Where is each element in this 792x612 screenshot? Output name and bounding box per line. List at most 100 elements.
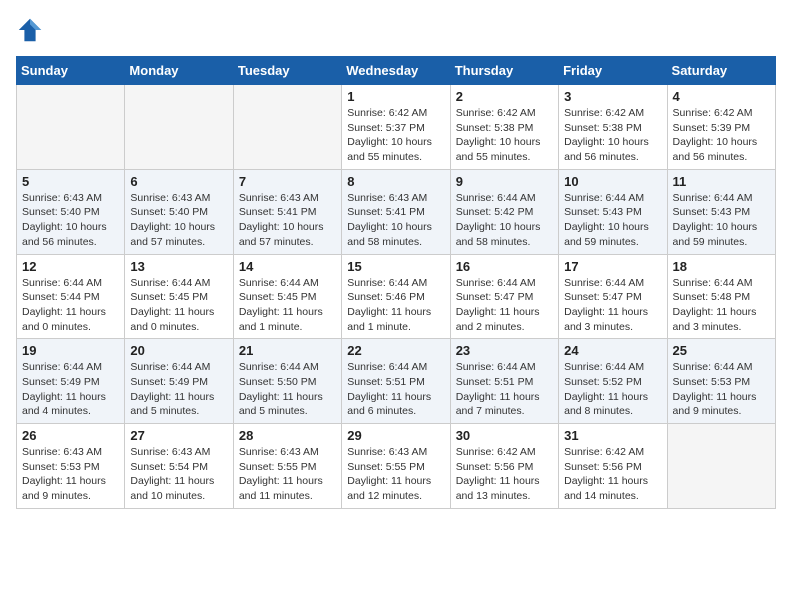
calendar-cell: 22 Sunrise: 6:44 AM Sunset: 5:51 PM Dayli… bbox=[342, 339, 450, 424]
calendar-cell: 7 Sunrise: 6:43 AM Sunset: 5:41 PM Daylig… bbox=[233, 169, 341, 254]
day-number: 2 bbox=[456, 89, 553, 104]
day-number: 31 bbox=[564, 428, 661, 443]
calendar-cell: 2 Sunrise: 6:42 AM Sunset: 5:38 PM Daylig… bbox=[450, 85, 558, 170]
day-info: Sunrise: 6:42 AM Sunset: 5:56 PM Dayligh… bbox=[456, 445, 553, 504]
calendar-cell: 28 Sunrise: 6:43 AM Sunset: 5:55 PM Dayli… bbox=[233, 424, 341, 509]
day-info: Sunrise: 6:42 AM Sunset: 5:39 PM Dayligh… bbox=[673, 106, 770, 165]
calendar-cell: 12 Sunrise: 6:44 AM Sunset: 5:44 PM Dayli… bbox=[17, 254, 125, 339]
day-info: Sunrise: 6:44 AM Sunset: 5:43 PM Dayligh… bbox=[564, 191, 661, 250]
day-number: 4 bbox=[673, 89, 770, 104]
day-number: 30 bbox=[456, 428, 553, 443]
day-number: 5 bbox=[22, 174, 119, 189]
weekday-header-tuesday: Tuesday bbox=[233, 57, 341, 85]
day-info: Sunrise: 6:44 AM Sunset: 5:46 PM Dayligh… bbox=[347, 276, 444, 335]
calendar-cell: 5 Sunrise: 6:43 AM Sunset: 5:40 PM Daylig… bbox=[17, 169, 125, 254]
calendar-cell: 29 Sunrise: 6:43 AM Sunset: 5:55 PM Dayli… bbox=[342, 424, 450, 509]
calendar-week-row: 26 Sunrise: 6:43 AM Sunset: 5:53 PM Dayli… bbox=[17, 424, 776, 509]
day-number: 23 bbox=[456, 343, 553, 358]
day-number: 6 bbox=[130, 174, 227, 189]
calendar-cell: 26 Sunrise: 6:43 AM Sunset: 5:53 PM Dayli… bbox=[17, 424, 125, 509]
day-info: Sunrise: 6:44 AM Sunset: 5:44 PM Dayligh… bbox=[22, 276, 119, 335]
day-number: 14 bbox=[239, 259, 336, 274]
day-info: Sunrise: 6:44 AM Sunset: 5:49 PM Dayligh… bbox=[130, 360, 227, 419]
calendar-cell: 23 Sunrise: 6:44 AM Sunset: 5:51 PM Dayli… bbox=[450, 339, 558, 424]
day-number: 9 bbox=[456, 174, 553, 189]
calendar-table: SundayMondayTuesdayWednesdayThursdayFrid… bbox=[16, 56, 776, 509]
calendar-cell bbox=[125, 85, 233, 170]
calendar-cell: 9 Sunrise: 6:44 AM Sunset: 5:42 PM Daylig… bbox=[450, 169, 558, 254]
day-number: 20 bbox=[130, 343, 227, 358]
calendar-week-row: 12 Sunrise: 6:44 AM Sunset: 5:44 PM Dayli… bbox=[17, 254, 776, 339]
day-info: Sunrise: 6:43 AM Sunset: 5:54 PM Dayligh… bbox=[130, 445, 227, 504]
day-number: 21 bbox=[239, 343, 336, 358]
weekday-header-monday: Monday bbox=[125, 57, 233, 85]
day-info: Sunrise: 6:44 AM Sunset: 5:50 PM Dayligh… bbox=[239, 360, 336, 419]
calendar-week-row: 1Sunrise: 6:42 AM Sunset: 5:37 PM Daylig… bbox=[17, 85, 776, 170]
weekday-header-saturday: Saturday bbox=[667, 57, 775, 85]
calendar-cell: 25Sunrise: 6:44 AM Sunset: 5:53 PM Dayli… bbox=[667, 339, 775, 424]
calendar-cell bbox=[667, 424, 775, 509]
day-number: 7 bbox=[239, 174, 336, 189]
calendar-cell: 19 Sunrise: 6:44 AM Sunset: 5:49 PM Dayli… bbox=[17, 339, 125, 424]
day-info: Sunrise: 6:44 AM Sunset: 5:48 PM Dayligh… bbox=[673, 276, 770, 335]
day-info: Sunrise: 6:43 AM Sunset: 5:40 PM Dayligh… bbox=[130, 191, 227, 250]
day-info: Sunrise: 6:43 AM Sunset: 5:53 PM Dayligh… bbox=[22, 445, 119, 504]
day-info: Sunrise: 6:44 AM Sunset: 5:49 PM Dayligh… bbox=[22, 360, 119, 419]
day-info: Sunrise: 6:44 AM Sunset: 5:51 PM Dayligh… bbox=[347, 360, 444, 419]
calendar-cell: 18Sunrise: 6:44 AM Sunset: 5:48 PM Dayli… bbox=[667, 254, 775, 339]
calendar-cell: 13 Sunrise: 6:44 AM Sunset: 5:45 PM Dayli… bbox=[125, 254, 233, 339]
day-number: 10 bbox=[564, 174, 661, 189]
day-number: 27 bbox=[130, 428, 227, 443]
day-info: Sunrise: 6:44 AM Sunset: 5:42 PM Dayligh… bbox=[456, 191, 553, 250]
day-info: Sunrise: 6:42 AM Sunset: 5:38 PM Dayligh… bbox=[564, 106, 661, 165]
day-number: 8 bbox=[347, 174, 444, 189]
calendar-cell: 15Sunrise: 6:44 AM Sunset: 5:46 PM Dayli… bbox=[342, 254, 450, 339]
calendar-cell bbox=[17, 85, 125, 170]
weekday-header-row: SundayMondayTuesdayWednesdayThursdayFrid… bbox=[17, 57, 776, 85]
calendar-cell: 11 Sunrise: 6:44 AM Sunset: 5:43 PM Dayli… bbox=[667, 169, 775, 254]
day-info: Sunrise: 6:44 AM Sunset: 5:52 PM Dayligh… bbox=[564, 360, 661, 419]
day-info: Sunrise: 6:42 AM Sunset: 5:38 PM Dayligh… bbox=[456, 106, 553, 165]
weekday-header-sunday: Sunday bbox=[17, 57, 125, 85]
calendar-week-row: 19 Sunrise: 6:44 AM Sunset: 5:49 PM Dayli… bbox=[17, 339, 776, 424]
day-number: 13 bbox=[130, 259, 227, 274]
day-number: 22 bbox=[347, 343, 444, 358]
day-info: Sunrise: 6:44 AM Sunset: 5:47 PM Dayligh… bbox=[456, 276, 553, 335]
logo-icon bbox=[16, 16, 44, 44]
day-info: Sunrise: 6:44 AM Sunset: 5:45 PM Dayligh… bbox=[130, 276, 227, 335]
calendar-cell: 3 Sunrise: 6:42 AM Sunset: 5:38 PM Daylig… bbox=[559, 85, 667, 170]
day-number: 3 bbox=[564, 89, 661, 104]
day-number: 11 bbox=[673, 174, 770, 189]
day-number: 26 bbox=[22, 428, 119, 443]
day-number: 19 bbox=[22, 343, 119, 358]
day-number: 17 bbox=[564, 259, 661, 274]
calendar-cell: 20 Sunrise: 6:44 AM Sunset: 5:49 PM Dayli… bbox=[125, 339, 233, 424]
day-info: Sunrise: 6:43 AM Sunset: 5:55 PM Dayligh… bbox=[347, 445, 444, 504]
calendar-cell: 4 Sunrise: 6:42 AM Sunset: 5:39 PM Daylig… bbox=[667, 85, 775, 170]
calendar-cell: 17 Sunrise: 6:44 AM Sunset: 5:47 PM Dayli… bbox=[559, 254, 667, 339]
day-info: Sunrise: 6:44 AM Sunset: 5:43 PM Dayligh… bbox=[673, 191, 770, 250]
day-info: Sunrise: 6:42 AM Sunset: 5:56 PM Dayligh… bbox=[564, 445, 661, 504]
day-info: Sunrise: 6:43 AM Sunset: 5:41 PM Dayligh… bbox=[239, 191, 336, 250]
calendar-week-row: 5 Sunrise: 6:43 AM Sunset: 5:40 PM Daylig… bbox=[17, 169, 776, 254]
calendar-cell: 14Sunrise: 6:44 AM Sunset: 5:45 PM Dayli… bbox=[233, 254, 341, 339]
day-info: Sunrise: 6:44 AM Sunset: 5:53 PM Dayligh… bbox=[673, 360, 770, 419]
calendar-cell: 27 Sunrise: 6:43 AM Sunset: 5:54 PM Dayli… bbox=[125, 424, 233, 509]
calendar-cell: 16 Sunrise: 6:44 AM Sunset: 5:47 PM Dayli… bbox=[450, 254, 558, 339]
day-info: Sunrise: 6:44 AM Sunset: 5:47 PM Dayligh… bbox=[564, 276, 661, 335]
day-info: Sunrise: 6:43 AM Sunset: 5:55 PM Dayligh… bbox=[239, 445, 336, 504]
day-info: Sunrise: 6:44 AM Sunset: 5:51 PM Dayligh… bbox=[456, 360, 553, 419]
calendar-cell: 1Sunrise: 6:42 AM Sunset: 5:37 PM Daylig… bbox=[342, 85, 450, 170]
calendar-cell: 24Sunrise: 6:44 AM Sunset: 5:52 PM Dayli… bbox=[559, 339, 667, 424]
calendar-cell bbox=[233, 85, 341, 170]
day-number: 29 bbox=[347, 428, 444, 443]
page-header bbox=[16, 16, 776, 44]
calendar-cell: 31 Sunrise: 6:42 AM Sunset: 5:56 PM Dayli… bbox=[559, 424, 667, 509]
day-number: 16 bbox=[456, 259, 553, 274]
day-info: Sunrise: 6:43 AM Sunset: 5:40 PM Dayligh… bbox=[22, 191, 119, 250]
day-number: 28 bbox=[239, 428, 336, 443]
calendar-cell: 21 Sunrise: 6:44 AM Sunset: 5:50 PM Dayli… bbox=[233, 339, 341, 424]
weekday-header-wednesday: Wednesday bbox=[342, 57, 450, 85]
day-number: 12 bbox=[22, 259, 119, 274]
calendar-cell: 30 Sunrise: 6:42 AM Sunset: 5:56 PM Dayli… bbox=[450, 424, 558, 509]
